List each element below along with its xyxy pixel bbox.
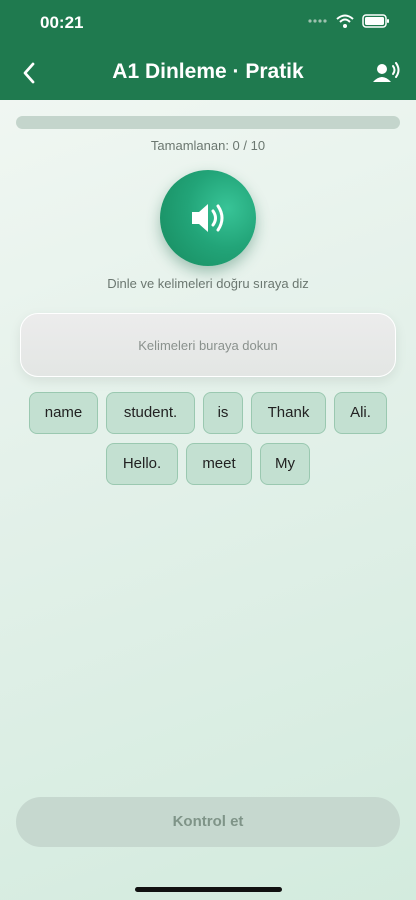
answer-placeholder: Kelimeleri buraya dokun xyxy=(138,338,278,353)
home-indicator xyxy=(135,887,282,892)
status-time: 00:21 xyxy=(40,13,84,32)
word-chip[interactable]: Hello. xyxy=(106,443,178,485)
progress-bar xyxy=(16,116,400,129)
battery-icon xyxy=(362,14,389,28)
wifi-icon xyxy=(336,14,354,28)
word-chip[interactable]: Thank xyxy=(251,392,326,434)
status-icons xyxy=(308,14,390,28)
page-title: A1 Dinleme · Pratik xyxy=(112,60,304,83)
voice-settings-button[interactable] xyxy=(372,60,402,86)
word-chip[interactable]: is xyxy=(203,392,243,434)
check-button[interactable]: Kontrol et xyxy=(16,797,400,847)
instruction-text: Dinle ve kelimeleri doğru sıraya diz xyxy=(107,276,309,291)
word-chip[interactable]: name xyxy=(29,392,98,434)
word-chip[interactable]: meet xyxy=(186,443,252,485)
speaker-icon xyxy=(192,204,224,232)
completed-count: Tamamlanan: 0 / 10 xyxy=(150,138,266,153)
signal-icon xyxy=(308,19,327,23)
word-chip[interactable]: Ali. xyxy=(334,392,387,434)
play-audio-button[interactable] xyxy=(160,170,256,266)
word-chip[interactable]: My xyxy=(260,443,310,485)
speaker-person-icon xyxy=(373,62,400,82)
word-chip[interactable]: student. xyxy=(106,392,195,434)
answer-drop-area[interactable]: Kelimeleri buraya dokun xyxy=(20,313,396,377)
app-header: 00:21 A1 Dinleme · Pratik xyxy=(0,0,416,100)
